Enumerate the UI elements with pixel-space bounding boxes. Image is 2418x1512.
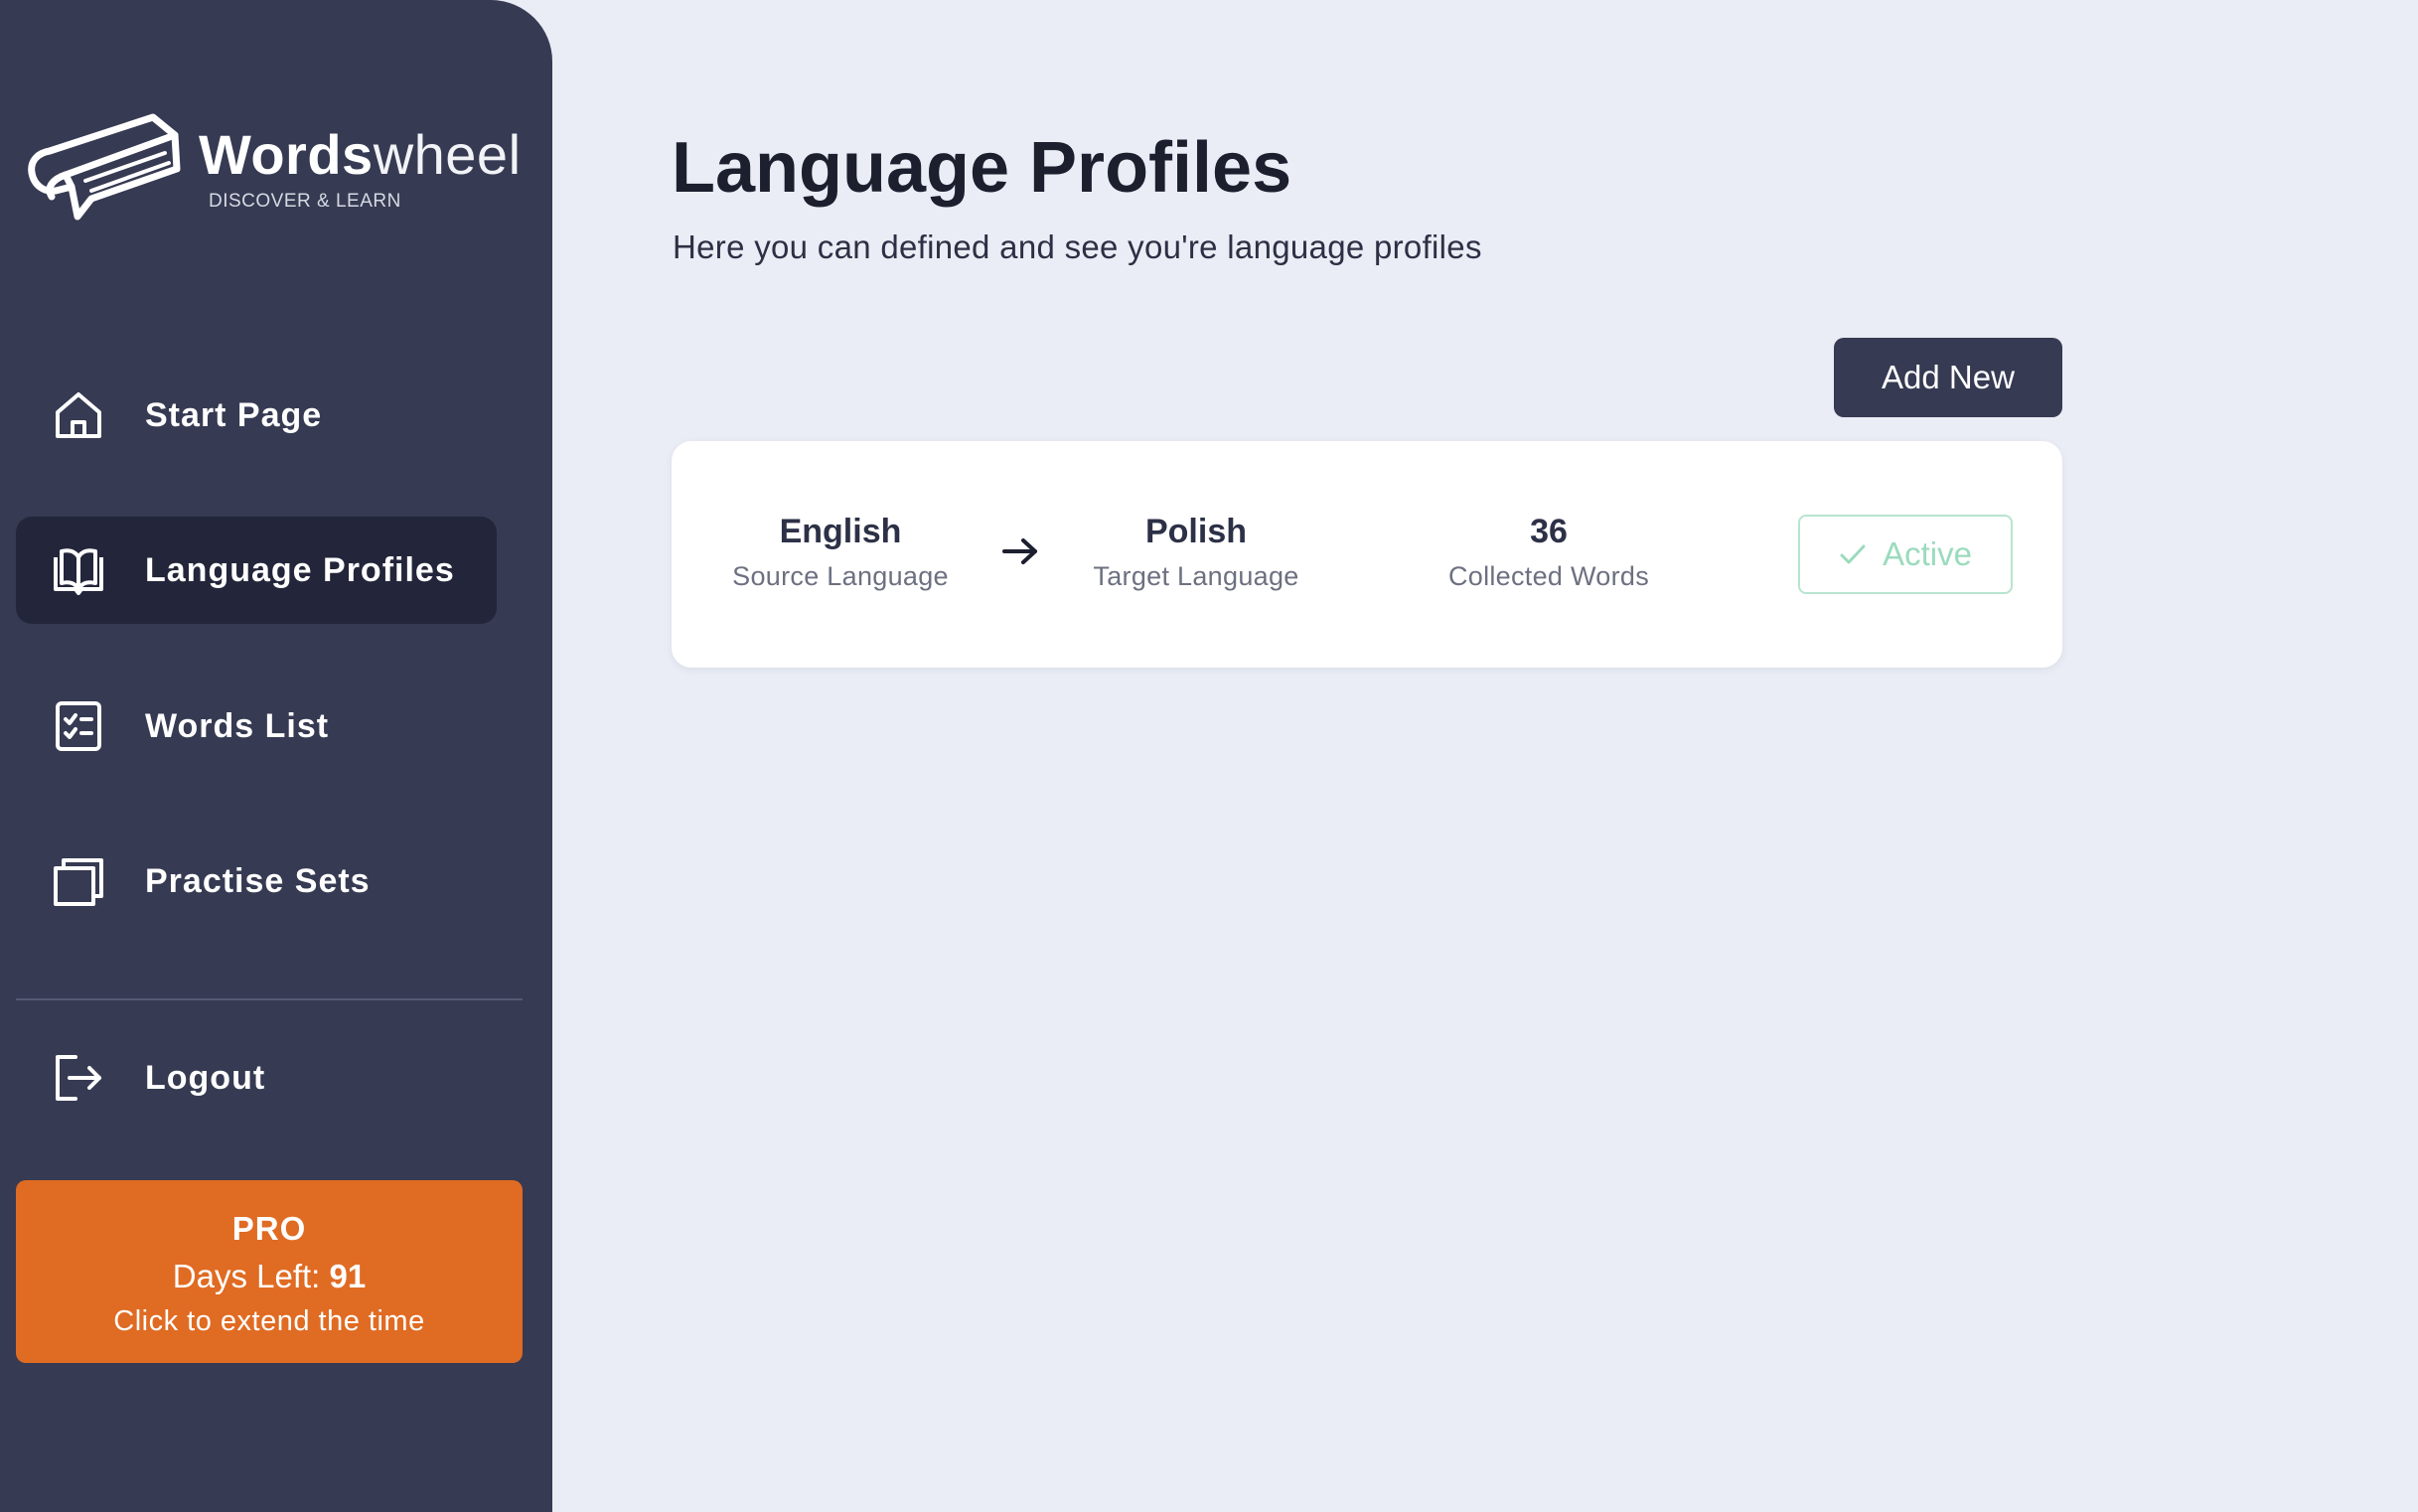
extend-time-link: Click to extend the time bbox=[113, 1305, 425, 1337]
days-left-value: 91 bbox=[329, 1258, 367, 1294]
collected-words-field: 36 Collected Words bbox=[1423, 513, 1675, 592]
sidebar-item-label: Words List bbox=[145, 706, 330, 745]
brand-logo[interactable]: Wordswheel DISCOVER & LEARN bbox=[26, 111, 522, 227]
brand-tagline: DISCOVER & LEARN bbox=[209, 191, 401, 212]
logout-icon bbox=[56, 1055, 101, 1101]
sidebar: Wordswheel DISCOVER & LEARN Start Page L… bbox=[0, 0, 552, 1512]
sidebar-item-language-profiles[interactable]: Language Profiles bbox=[16, 517, 497, 624]
active-status-button[interactable]: Active bbox=[1798, 515, 2013, 594]
arrow-right-icon bbox=[1002, 538, 1037, 564]
collected-words-label: Collected Words bbox=[1447, 561, 1650, 591]
days-left: Days Left: 91 bbox=[172, 1258, 367, 1294]
book-logo-icon bbox=[28, 113, 181, 221]
sidebar-item-label: Practise Sets bbox=[145, 861, 371, 900]
sidebar-item-label: Language Profiles bbox=[145, 550, 455, 589]
pro-title: PRO bbox=[231, 1210, 307, 1247]
logout-button[interactable]: Logout bbox=[16, 1024, 497, 1132]
open-book-icon bbox=[54, 548, 103, 595]
sidebar-item-start-page[interactable]: Start Page bbox=[16, 362, 497, 469]
page-subtitle: Here you can defined and see you're lang… bbox=[673, 228, 1482, 265]
sidebar-item-label: Start Page bbox=[145, 395, 323, 434]
pro-subscription-card[interactable]: PRO Days Left: 91 Click to extend the ti… bbox=[16, 1180, 523, 1363]
logout-label: Logout bbox=[145, 1058, 266, 1097]
checklist-icon bbox=[56, 701, 101, 751]
sidebar-item-practise-sets[interactable]: Practise Sets bbox=[16, 828, 497, 935]
target-language-value: Polish bbox=[1144, 513, 1248, 550]
home-icon bbox=[56, 392, 101, 438]
target-language-field: Polish Target Language bbox=[1075, 513, 1317, 592]
source-language-label: Source Language bbox=[732, 561, 949, 591]
language-profile-card[interactable]: English Source Language Polish Target La… bbox=[672, 441, 2062, 668]
source-language-field: English Source Language bbox=[721, 513, 960, 592]
brand-name: Wordswheel bbox=[199, 123, 522, 186]
add-new-button[interactable]: Add New bbox=[1834, 338, 2062, 417]
sidebar-item-words-list[interactable]: Words List bbox=[16, 673, 497, 780]
source-language-value: English bbox=[779, 513, 902, 550]
check-icon bbox=[1840, 544, 1866, 564]
collected-words-value: 36 bbox=[1530, 513, 1568, 550]
page-title: Language Profiles bbox=[672, 128, 1292, 208]
sidebar-divider bbox=[16, 998, 523, 1000]
stacked-cards-icon bbox=[54, 858, 103, 906]
active-status-label: Active bbox=[1883, 535, 1972, 572]
target-language-label: Target Language bbox=[1093, 561, 1299, 591]
